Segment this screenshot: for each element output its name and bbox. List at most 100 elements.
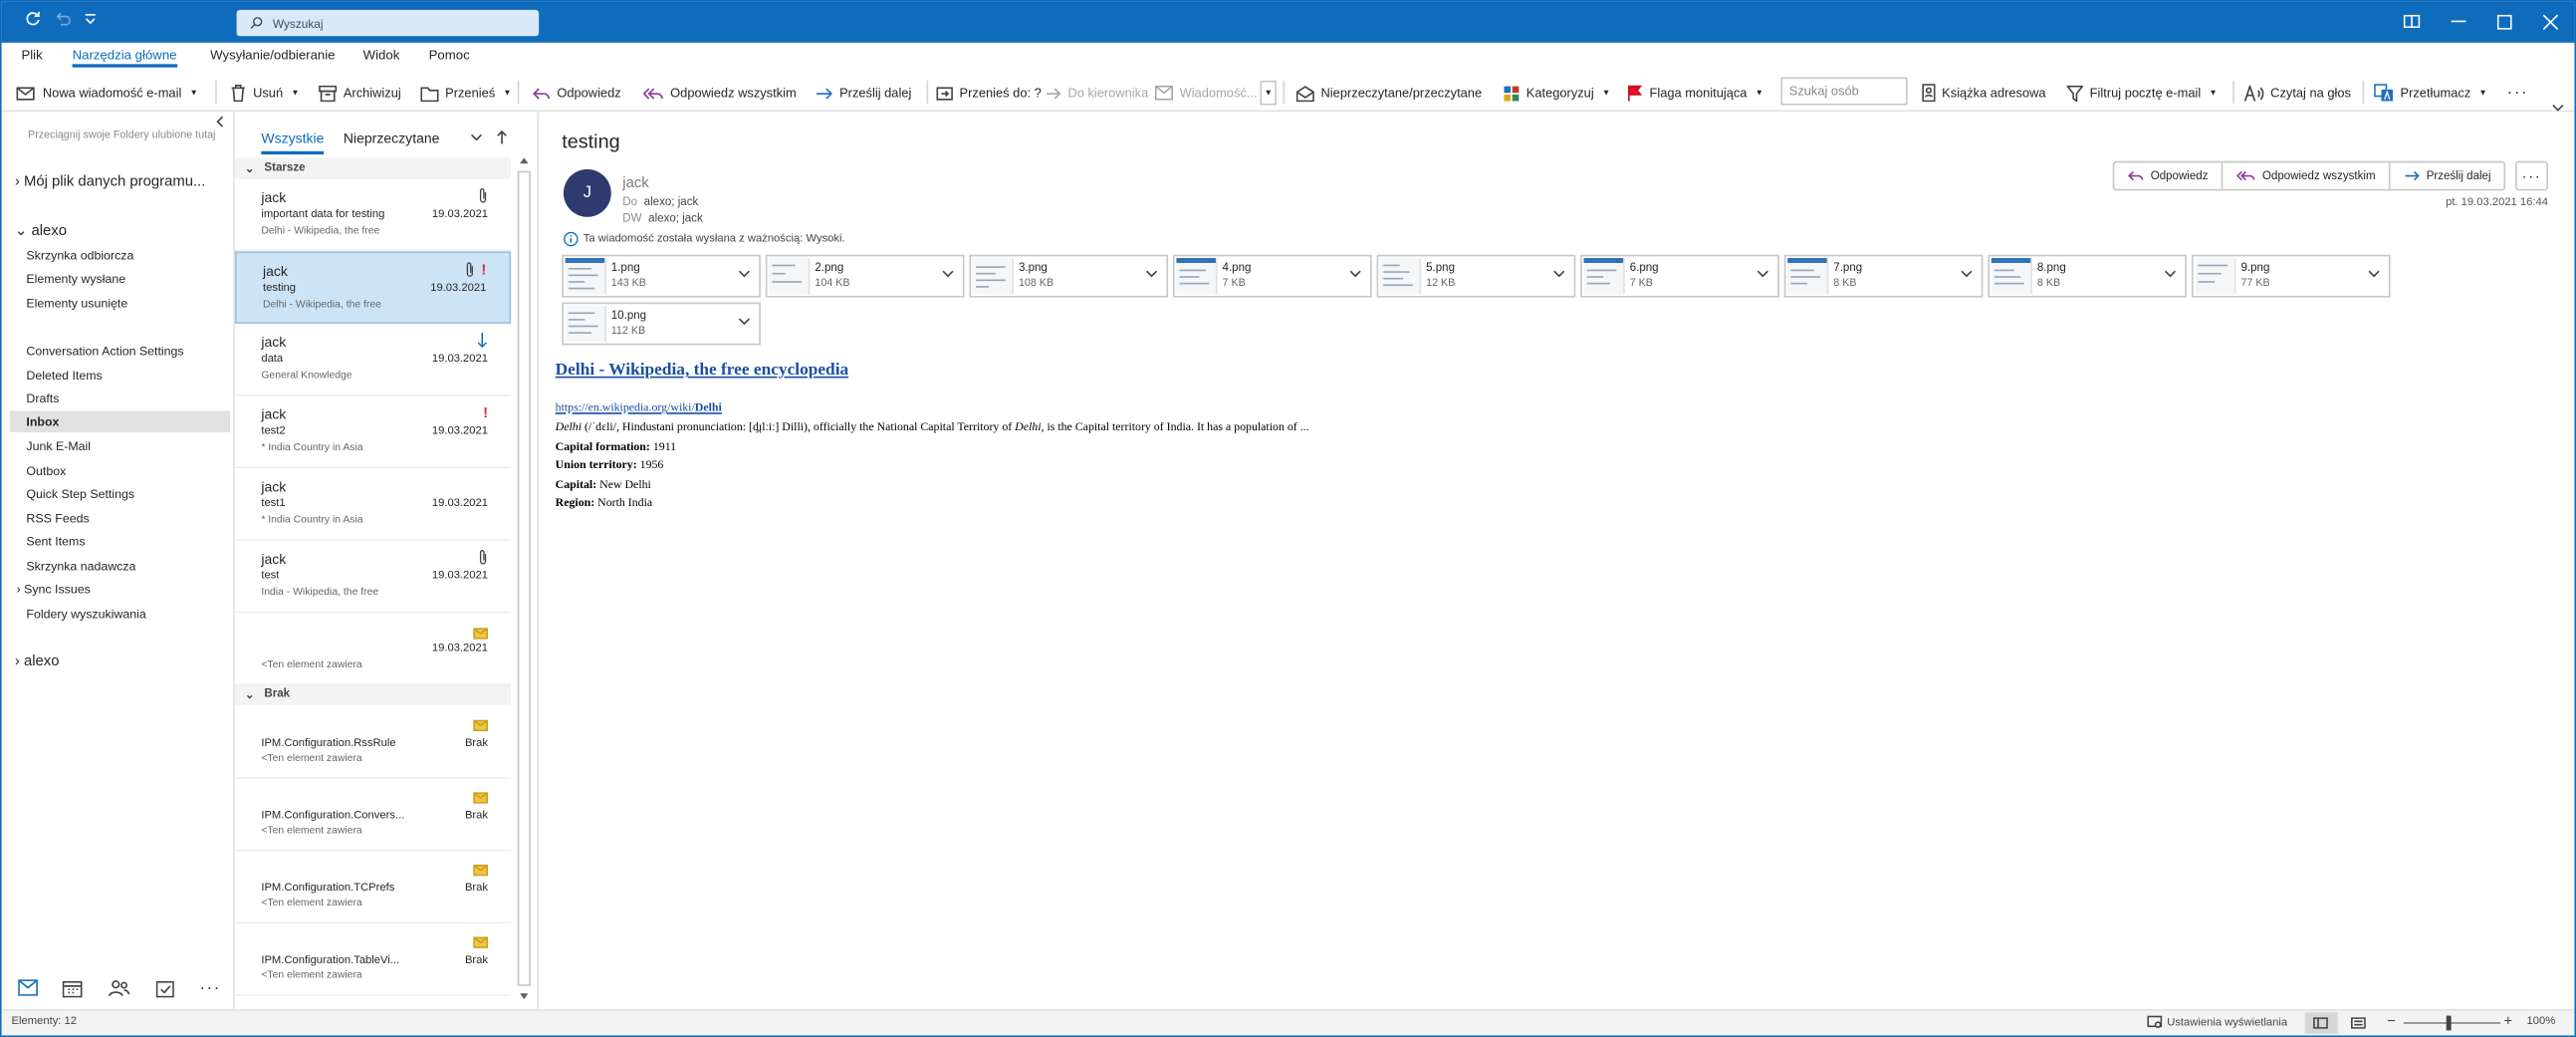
folder-search-folders[interactable]: Foldery wyszukiwania xyxy=(26,607,145,622)
to-recipients[interactable]: alexo; jack xyxy=(644,197,699,209)
scrollbar-thumb[interactable] xyxy=(517,170,531,986)
attachment[interactable]: 8.png 8 KB xyxy=(1988,254,2188,298)
zoom-in-button[interactable]: + xyxy=(2503,1012,2512,1028)
group-older[interactable]: ⌄ Starsze xyxy=(234,157,512,179)
message-more-button[interactable]: ··· xyxy=(2514,160,2548,191)
message-row[interactable]: IPM.Configuration.TCPrefs <Ten element z… xyxy=(234,852,512,924)
search-people-input[interactable]: Szukaj osób xyxy=(1780,77,1908,106)
sender-name[interactable]: jack xyxy=(622,174,648,190)
folder-outbox-pl[interactable]: Skrzynka nadawcza xyxy=(26,559,135,574)
zoom-out-button[interactable]: − xyxy=(2387,1012,2396,1028)
message-row[interactable]: IPM.Configuration.RssRule <Ten element z… xyxy=(234,706,512,780)
message-row[interactable]: jack important data for testing Delhi - … xyxy=(234,179,512,252)
tab-home[interactable]: Narzędzia główne xyxy=(72,48,177,68)
attachment[interactable]: 9.png 77 KB xyxy=(2191,254,2391,298)
data-file-header[interactable]: › Mój plik danych programu... xyxy=(15,172,206,188)
filter-options-chevron-icon[interactable] xyxy=(470,133,483,143)
tab-file[interactable]: Plik xyxy=(21,48,42,63)
folder-rss-feeds[interactable]: RSS Feeds xyxy=(26,511,89,526)
reply-button[interactable]: Odpowiedz xyxy=(2114,162,2224,189)
message-row[interactable]: jack data General Knowledge 19.03.2021 xyxy=(234,324,512,396)
group-none[interactable]: ⌄ Brak xyxy=(234,683,512,705)
message-row[interactable]: jack test2 * India Country in Asia 19.03… xyxy=(234,396,512,469)
minimize-icon[interactable] xyxy=(2443,8,2472,34)
filter-all[interactable]: Wszystkie xyxy=(261,130,325,155)
mail-icon[interactable] xyxy=(16,978,39,998)
sort-arrow-up-icon[interactable] xyxy=(496,130,508,144)
chevron-down-icon[interactable] xyxy=(1756,270,1769,280)
attachment[interactable]: 3.png 108 KB xyxy=(969,254,1169,298)
folder-sent-pl[interactable]: Elementy wysłane xyxy=(26,271,125,286)
address-book-button[interactable]: Książka adresowa xyxy=(1921,81,2046,106)
quick-step-move-to[interactable]: Przenieś do: ? xyxy=(936,81,1042,106)
new-email-button[interactable]: Nowa wiadomość e-mail ▼ xyxy=(16,81,198,106)
attachment[interactable]: 5.png 12 KB xyxy=(1376,254,1576,298)
chevron-down-icon[interactable] xyxy=(2164,270,2177,280)
message-row-selected[interactable]: jack testing Delhi - Wikipedia, the free… xyxy=(234,251,512,325)
folder-junk[interactable]: Junk E-Mail xyxy=(26,438,91,453)
read-aloud-button[interactable]: Czytaj na głos xyxy=(2243,81,2351,106)
attachment[interactable]: 1.png 143 KB xyxy=(562,254,761,298)
scroll-down-arrow-icon[interactable] xyxy=(519,992,529,1000)
tab-view[interactable]: Widok xyxy=(363,48,400,63)
zoom-slider-thumb[interactable] xyxy=(2446,1015,2452,1031)
move-button[interactable]: Przenieś ▼ xyxy=(420,81,512,106)
folder-deleted-pl[interactable]: Elementy usunięte xyxy=(26,296,127,311)
ribbon-more-button[interactable]: ··· xyxy=(2507,81,2528,106)
filter-unread[interactable]: Nieprzeczytane xyxy=(344,130,440,145)
folder-deleted-items[interactable]: Deleted Items xyxy=(26,369,102,384)
categorize-button[interactable]: Kategoryzuj ▼ xyxy=(1504,81,1610,106)
chevron-down-icon[interactable] xyxy=(1552,270,1565,280)
tab-send-receive[interactable]: Wysyłanie/odbieranie xyxy=(210,48,335,63)
attachment[interactable]: 10.png 112 KB xyxy=(562,302,761,346)
scroll-up-arrow-icon[interactable] xyxy=(519,156,529,164)
quick-step-team-email[interactable]: Wiadomość... xyxy=(1154,81,1258,106)
reading-view-icon[interactable] xyxy=(2351,1017,2366,1029)
body-url-link[interactable]: https://en.wikipedia.org/wiki/Delhi xyxy=(556,401,722,414)
message-row[interactable]: jack test1 * India Country in Asia 19.03… xyxy=(234,468,512,541)
chevron-down-icon[interactable] xyxy=(1960,270,1973,280)
body-title-link[interactable]: Delhi - Wikipedia, the free encyclopedia xyxy=(556,362,849,380)
attachment[interactable]: 4.png 7 KB xyxy=(1173,254,1372,298)
folder-sent-items[interactable]: Sent Items xyxy=(26,534,85,549)
customize-quick-access-icon[interactable] xyxy=(84,10,97,26)
more-apps-icon[interactable]: ··· xyxy=(199,978,222,998)
message-row[interactable]: jack test India - Wikipedia, the free 19… xyxy=(234,541,512,614)
account2-header[interactable]: › alexo xyxy=(15,652,60,668)
message-row[interactable]: <Ten element zawiera 19.03.2021 xyxy=(234,613,512,685)
folder-quick-step-settings[interactable]: Quick Step Settings xyxy=(26,486,134,501)
message-row[interactable]: IPM.Configuration.Convers... <Ten elemen… xyxy=(234,779,512,852)
reply-all-button[interactable]: Odpowiedz wszystkim xyxy=(2223,162,2391,189)
folder-outbox[interactable]: Outbox xyxy=(26,463,66,478)
coming-soon-icon[interactable] xyxy=(2397,8,2427,34)
tab-help[interactable]: Pomoc xyxy=(429,48,470,63)
message-row[interactable]: IPM.Configuration.TableVi... <Ten elemen… xyxy=(234,923,512,996)
translate-button[interactable]: Przetłumacz ▼ xyxy=(2374,81,2487,106)
undo-icon[interactable] xyxy=(54,10,71,26)
message-list-scrollbar[interactable] xyxy=(516,154,532,1006)
tasks-icon[interactable] xyxy=(152,978,175,998)
attachment[interactable]: 6.png 7 KB xyxy=(1580,254,1779,298)
quick-step-to-manager[interactable]: Do kierownika xyxy=(1045,81,1148,106)
chevron-down-icon[interactable] xyxy=(1145,270,1158,280)
account-header[interactable]: ⌄ alexo xyxy=(15,222,67,240)
folder-sync-issues[interactable]: › Sync Issues xyxy=(16,582,90,597)
chevron-down-icon[interactable] xyxy=(941,270,954,280)
people-icon[interactable] xyxy=(107,978,129,998)
attachment[interactable]: 7.png 8 KB xyxy=(1783,254,1984,298)
display-settings-button[interactable]: Ustawienia wyświetlania xyxy=(2147,1015,2287,1029)
folder-drafts[interactable]: Drafts xyxy=(26,391,59,406)
folder-inbox[interactable]: Inbox xyxy=(9,410,230,432)
folder-inbox-pl[interactable]: Skrzynka odbiorcza xyxy=(26,248,133,263)
archive-button[interactable]: Archiwizuj xyxy=(319,81,401,106)
calendar-icon[interactable] xyxy=(61,978,84,998)
attachment[interactable]: 2.png 104 KB xyxy=(765,254,965,298)
folder-conversation-action-settings[interactable]: Conversation Action Settings xyxy=(26,344,183,359)
close-icon[interactable] xyxy=(2535,8,2565,34)
quick-steps-more[interactable]: ▼ xyxy=(1260,80,1277,106)
search-input[interactable]: Wyszukaj xyxy=(236,9,540,37)
chevron-down-icon[interactable] xyxy=(2368,270,2381,280)
filter-email-button[interactable]: Filtruj pocztę e-mail ▼ xyxy=(2066,81,2218,106)
collapse-pane-icon[interactable] xyxy=(215,115,225,128)
normal-view-icon[interactable] xyxy=(2304,1012,2338,1034)
